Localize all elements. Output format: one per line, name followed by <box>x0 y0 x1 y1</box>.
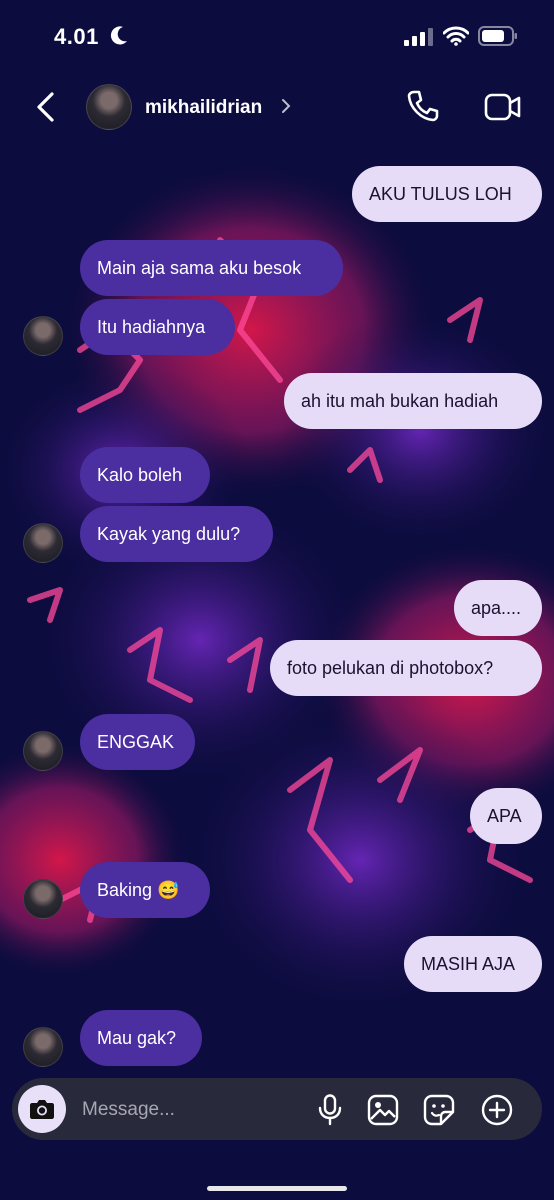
chat-username[interactable]: mikhailidrian <box>145 97 262 119</box>
wifi-icon <box>443 26 469 46</box>
message-received[interactable]: ENGGAK <box>80 714 195 770</box>
message-sent[interactable]: AKU TULUS LOH <box>352 166 542 222</box>
message-received[interactable]: Main aja sama aku besok <box>80 240 343 296</box>
message-sent[interactable]: MASIH AJA <box>404 936 542 992</box>
chat-header: mikhailidrian <box>0 78 554 136</box>
message-received[interactable]: Mau gak? <box>80 1010 202 1066</box>
home-indicator[interactable] <box>207 1186 347 1191</box>
video-icon[interactable] <box>484 93 522 121</box>
chevron-right-icon[interactable] <box>281 98 291 114</box>
message-received[interactable]: Itu hadiahnya <box>80 299 235 355</box>
message-input[interactable] <box>80 1096 284 1124</box>
message-sent[interactable]: ah itu mah bukan hadiah <box>284 373 542 429</box>
sticker-icon[interactable] <box>423 1094 455 1126</box>
battery-icon <box>478 26 517 46</box>
avatar[interactable] <box>23 1027 63 1067</box>
avatar[interactable] <box>23 731 63 771</box>
message-received[interactable]: Kayak yang dulu? <box>80 506 273 562</box>
message-sent[interactable]: foto pelukan di photobox? <box>270 640 542 696</box>
back-icon[interactable] <box>32 91 60 123</box>
microphone-icon[interactable] <box>316 1094 344 1126</box>
avatar[interactable] <box>23 879 63 919</box>
message-received[interactable]: Kalo boleh <box>80 447 210 503</box>
gallery-icon[interactable] <box>367 1094 399 1126</box>
signal-icon <box>404 28 433 46</box>
avatar[interactable] <box>23 523 63 563</box>
plus-icon[interactable] <box>481 1094 513 1126</box>
avatar[interactable] <box>86 84 132 130</box>
phone-icon[interactable] <box>406 89 440 123</box>
camera-icon <box>30 1100 54 1119</box>
camera-button[interactable] <box>18 1085 66 1133</box>
avatar[interactable] <box>23 316 63 356</box>
message-composer <box>12 1078 542 1140</box>
message-sent[interactable]: apa.... <box>454 580 542 636</box>
moon-icon <box>110 26 127 45</box>
status-time: 4.01 <box>54 24 99 49</box>
status-bar: 4.01 <box>0 0 554 72</box>
message-sent[interactable]: APA <box>470 788 542 844</box>
message-received[interactable]: Baking 😅 <box>80 862 210 918</box>
